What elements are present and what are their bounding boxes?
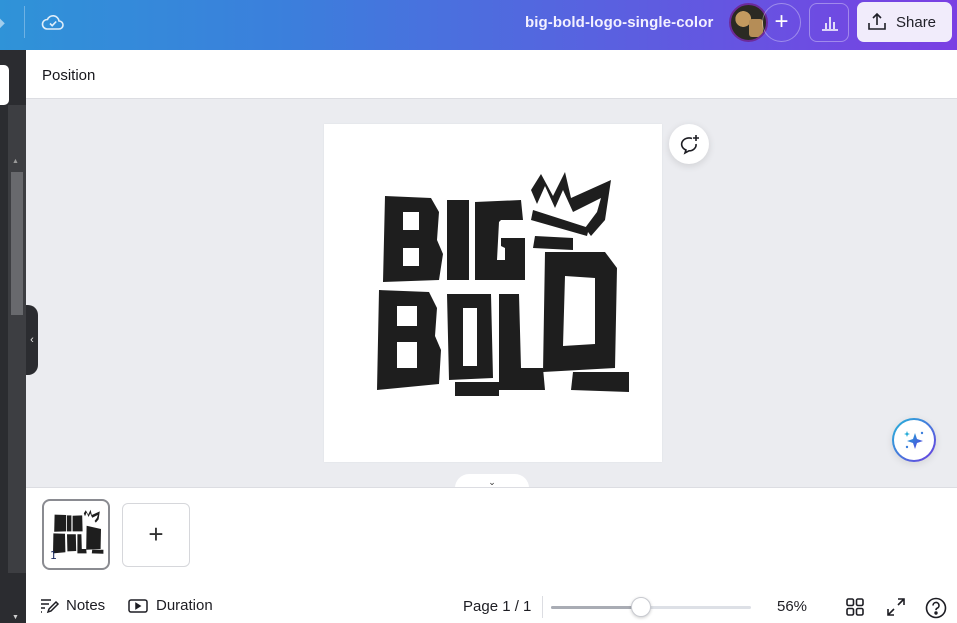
document-title[interactable]: big-bold-logo-single-color (525, 14, 713, 31)
expand-icon (887, 598, 905, 616)
scroll-down-arrow-icon[interactable]: ▼ (12, 614, 19, 621)
duration-button[interactable]: Duration (128, 597, 213, 614)
add-comment-icon (680, 135, 699, 155)
chevron-down-icon: ⌄ (488, 477, 496, 487)
footer-divider (542, 596, 543, 618)
help-button[interactable] (925, 597, 947, 623)
bar-chart-icon (822, 17, 838, 31)
notes-button[interactable]: Notes (40, 597, 105, 614)
notes-pencil-icon (41, 598, 60, 613)
notes-label: Notes (66, 597, 106, 614)
zoom-slider-fill (551, 606, 641, 609)
cloud-check-icon[interactable] (41, 11, 65, 33)
grid-view-icon (846, 598, 864, 616)
page-thumbnail[interactable]: 1 (42, 499, 110, 570)
zoom-slider-thumb[interactable] (631, 597, 651, 617)
editor-app: ◆ big-bold-logo-single-color + Share ▲ ▼… (0, 0, 957, 623)
chevron-left-icon: ‹ (30, 334, 34, 346)
topbar-divider (24, 6, 25, 38)
scroll-up-arrow-icon[interactable]: ▲ (12, 158, 19, 165)
duration-label: Duration (156, 597, 213, 614)
partial-menu-icon[interactable]: ◆ (0, 14, 6, 30)
sparkle-icon (904, 431, 924, 449)
share-button[interactable]: Share (857, 2, 952, 42)
page-number: 1 (50, 549, 57, 562)
play-box-icon (128, 598, 148, 613)
position-button[interactable]: Position (42, 67, 95, 84)
hide-pages-button[interactable]: ⌄ (455, 474, 529, 488)
big-bold-logo[interactable] (373, 168, 631, 398)
top-bar: ◆ big-bold-logo-single-color + Share (0, 0, 957, 50)
fullscreen-button[interactable] (886, 597, 906, 622)
grid-view-button[interactable] (846, 598, 864, 621)
magic-assistant-button[interactable] (892, 418, 936, 462)
context-toolbar: Position (26, 50, 957, 99)
help-circle-icon (925, 597, 947, 619)
add-collaborator-button[interactable]: + (762, 3, 801, 42)
upload-icon (868, 12, 886, 30)
share-label: Share (896, 13, 937, 31)
zoom-percentage[interactable]: 56% (777, 598, 807, 615)
page-indicator: Page 1 / 1 (463, 598, 532, 615)
add-page-button[interactable]: + (122, 503, 190, 567)
panel-scrollbar-thumb[interactable] (11, 172, 23, 315)
zoom-slider[interactable] (551, 597, 751, 617)
page-thumbnail-preview (53, 509, 104, 554)
insights-button[interactable] (809, 3, 849, 42)
panel-item[interactable] (0, 65, 9, 105)
collapse-panel-button[interactable]: ‹ (26, 305, 38, 375)
add-comment-button[interactable] (669, 124, 709, 164)
